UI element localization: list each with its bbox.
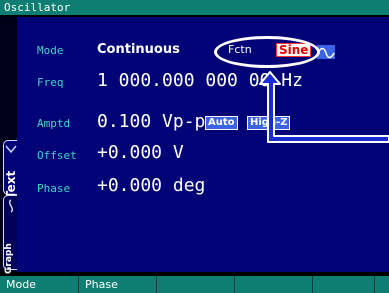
softkey-3[interactable] [157,276,235,293]
tab-graph-label: Graph [4,243,14,274]
phase-value[interactable]: +0.000 deg [97,175,205,196]
softkey-5[interactable] [313,276,375,293]
title-bar: Oscillator [0,0,389,15]
amptd-value[interactable]: 0.100 Vp-p [97,111,205,132]
oscillator-screen: Oscillator Text Graph Mode Continuous Fc… [0,0,389,293]
offset-label: Offset [37,149,77,162]
amptd-label: Amptd [37,117,71,130]
mode-label: Mode [37,44,64,57]
tab-text-label: Text [4,170,18,199]
callout-arrow [259,71,389,143]
freq-label: Freq [37,76,64,89]
text-tab-icon [5,145,17,154]
softkey-phase[interactable]: Phase [79,276,157,293]
sine-wave-icon [8,199,14,213]
window-title: Oscillator [4,1,71,14]
softkey-4[interactable] [235,276,313,293]
phase-label: Phase [37,182,71,195]
softkey-bar: Mode Phase [0,276,389,293]
offset-value[interactable]: +0.000 V [97,142,184,163]
auto-badge[interactable]: Auto [205,116,238,130]
mode-value[interactable]: Continuous [97,42,180,57]
tab-graph[interactable]: Graph [3,195,17,274]
tab-text[interactable]: Text [3,140,18,199]
function-highlight-ellipse [214,36,320,68]
softkey-6[interactable] [375,276,389,293]
softkey-mode[interactable]: Mode [0,276,79,293]
